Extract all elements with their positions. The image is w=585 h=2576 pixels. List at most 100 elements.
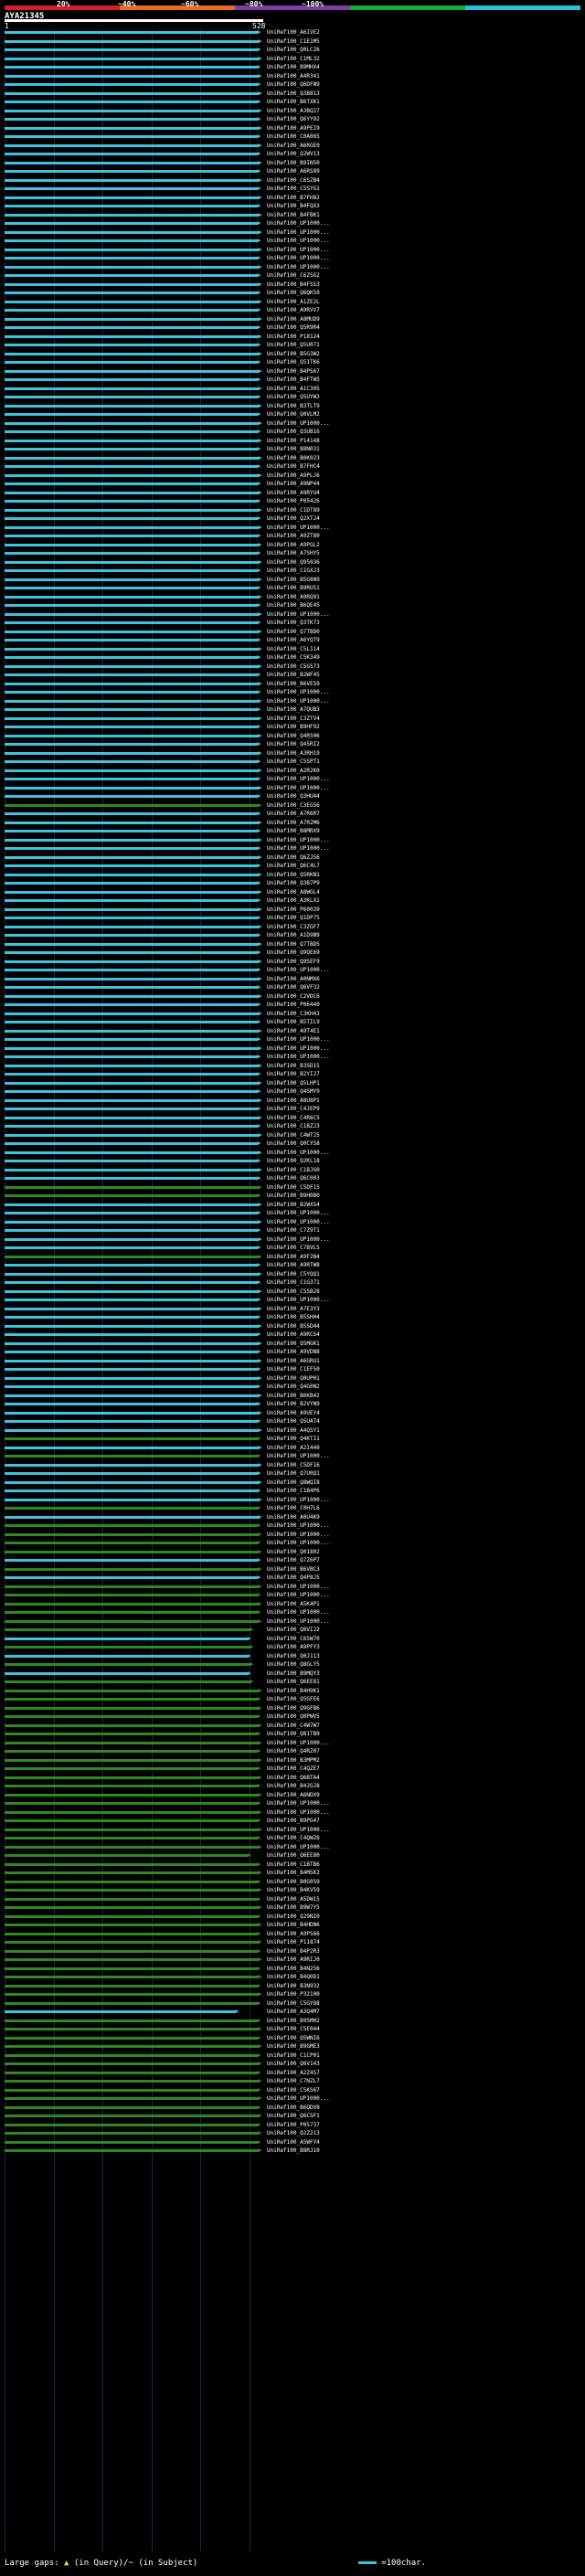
hit-label[interactable]: UniRef100_B5G3W2: [267, 351, 320, 357]
hit-label[interactable]: UniRef100_A9RCS4: [267, 1331, 320, 1338]
hit-bar[interactable]: [5, 1897, 259, 1901]
hit-label[interactable]: UniRef100_A9T4E1: [267, 1028, 320, 1034]
hit-row[interactable]: ▶ UniRef100_Q5WNI6: [0, 2034, 585, 2041]
hit-bar[interactable]: [5, 500, 259, 503]
hit-label[interactable]: UniRef100_Q4P8J5: [267, 1574, 320, 1581]
hit-label[interactable]: UniRef100_A9RVV7: [267, 307, 320, 313]
hit-bar[interactable]: [5, 2149, 260, 2152]
hit-label[interactable]: UniRef100_A7R2M6: [267, 820, 320, 826]
hit-label[interactable]: UniRef100_Q5GFE6: [267, 1696, 320, 1702]
hit-bar[interactable]: [5, 1767, 259, 1770]
hit-bar[interactable]: [5, 222, 259, 225]
hit-label[interactable]: UniRef100_C5L114: [267, 646, 320, 652]
hit-row[interactable]: ▶ UniRef100_A5K4P1: [0, 1600, 585, 1607]
hit-label[interactable]: UniRef100_A0NMX6: [267, 976, 320, 982]
hit-row[interactable]: ▶ UniRef100_A7SHY5: [0, 550, 585, 557]
hit-bar[interactable]: [5, 673, 259, 676]
hit-row[interactable]: ▶ UniRef100_C6ZSG2: [0, 272, 585, 279]
hit-bar[interactable]: [5, 630, 260, 633]
hit-bar[interactable]: [5, 1341, 260, 1345]
hit-bar[interactable]: [5, 196, 260, 199]
hit-bar[interactable]: [5, 986, 259, 989]
hit-row[interactable]: ▶ UniRef100_A0U4K9: [0, 1513, 585, 1521]
hit-bar[interactable]: [5, 899, 259, 902]
hit-row[interactable]: ▶ UniRef100_C3ZTV4: [0, 715, 585, 722]
hit-row[interactable]: ▶ UniRef100_UP1000...: [0, 255, 585, 261]
hit-label[interactable]: UniRef100_UP1000...: [267, 247, 330, 253]
hit-label[interactable]: UniRef100_UP1000...: [267, 238, 330, 244]
hit-bar[interactable]: [5, 1194, 259, 1197]
hit-bar[interactable]: [5, 1914, 259, 1918]
hit-row[interactable]: ▶ UniRef100_Q8VIJ2: [0, 1627, 585, 1633]
hit-row[interactable]: ▶ UniRef100_A9RYU4: [0, 489, 585, 496]
hit-row[interactable]: ▶ UniRef100_Q2KL18: [0, 1158, 585, 1164]
hit-label[interactable]: UniRef100_C4QWZ6: [267, 1835, 320, 1841]
hit-label[interactable]: UniRef100_A9RTW8: [267, 1262, 320, 1268]
hit-bar[interactable]: [5, 1741, 260, 1744]
hit-label[interactable]: UniRef100_Q6EE81: [267, 1679, 320, 1685]
hit-bar[interactable]: [5, 969, 259, 971]
hit-bar[interactable]: [5, 925, 260, 928]
hit-bar[interactable]: [5, 187, 259, 190]
hit-label[interactable]: UniRef100_UP1000...: [267, 1297, 330, 1303]
hit-label[interactable]: UniRef100_UP1000...: [267, 1809, 330, 1816]
hit-row[interactable]: ▶ UniRef100_A3Q4M7: [0, 2009, 585, 2015]
hit-row[interactable]: ▶ UniRef100_A3KLX1: [0, 897, 585, 904]
hit-bar[interactable]: [5, 1255, 260, 1258]
hit-row[interactable]: ▶ UniRef100_UP1000...: [0, 697, 585, 705]
hit-bar[interactable]: [5, 1776, 260, 1779]
hit-row[interactable]: ▶ UniRef100_P05426: [0, 498, 585, 504]
hit-row[interactable]: ▶ UniRef100_A9RVV7: [0, 307, 585, 313]
hit-bar[interactable]: [5, 31, 259, 34]
hit-row[interactable]: ▶ UniRef100_UP1000...: [0, 1453, 585, 1459]
hit-label[interactable]: UniRef100_B7FH82: [267, 195, 320, 201]
hit-row[interactable]: ▶ UniRef100_Q51TK6: [0, 359, 585, 366]
hit-bar[interactable]: [5, 1480, 260, 1484]
hit-label[interactable]: UniRef100_C5GYO8: [267, 2000, 320, 2007]
hit-label[interactable]: UniRef100_A6GRU1: [267, 1358, 320, 1364]
hit-label[interactable]: UniRef100_Q8WQI8: [267, 1479, 320, 1486]
hit-row[interactable]: ▶ UniRef100_C1CP01: [0, 2051, 585, 2059]
hit-row[interactable]: ▶ UniRef100_B9GME3: [0, 2043, 585, 2050]
hit-row[interactable]: ▶ UniRef100_A6RS89: [0, 168, 585, 175]
hit-bar[interactable]: [5, 101, 259, 103]
hit-row[interactable]: ▶ UniRef100_B9PG47: [0, 1818, 585, 1824]
hit-bar[interactable]: [5, 1281, 259, 1284]
hit-bar[interactable]: [5, 300, 260, 303]
hit-bar[interactable]: [5, 1993, 260, 1996]
hit-row[interactable]: ▶ UniRef100_B5G8N9: [0, 576, 585, 583]
hit-bar[interactable]: [5, 352, 260, 355]
hit-label[interactable]: UniRef100_UP1000...: [267, 1219, 330, 1225]
hit-row[interactable]: ▶ UniRef100_UP1000...: [0, 1592, 585, 1598]
hit-bar[interactable]: [5, 1637, 249, 1640]
hit-bar[interactable]: [5, 274, 259, 277]
hit-row[interactable]: ▶ UniRef100_UP1000...: [0, 1054, 585, 1060]
hit-bar[interactable]: [5, 1733, 259, 1735]
hit-label[interactable]: UniRef100_A9PS66: [267, 1931, 320, 1937]
hit-label[interactable]: UniRef100_C7NZL7: [267, 2078, 320, 2084]
hit-label[interactable]: UniRef100_C1GXJ3: [267, 567, 320, 574]
hit-bar[interactable]: [5, 109, 260, 112]
hit-row[interactable]: ▶ UniRef100_A7R6R7: [0, 811, 585, 817]
hit-label[interactable]: UniRef100_A7QUB3: [267, 706, 320, 713]
hit-bar[interactable]: [5, 1012, 260, 1015]
hit-row[interactable]: ▶ UniRef100_C1ML32: [0, 55, 585, 62]
hit-bar[interactable]: [5, 1264, 259, 1267]
hit-bar[interactable]: [5, 639, 259, 641]
hit-label[interactable]: UniRef100_B8N031: [267, 446, 320, 452]
hit-row[interactable]: ▶ UniRef100_UP1000...: [0, 419, 585, 427]
hit-row[interactable]: ▶ UniRef100_C3EG56: [0, 801, 585, 809]
hit-bar[interactable]: [5, 482, 259, 485]
hit-bar[interactable]: [5, 91, 260, 95]
hit-row[interactable]: ▶ UniRef100_B9W7Y5: [0, 1904, 585, 1911]
hit-label[interactable]: UniRef100_Q7Z6P7: [267, 1557, 320, 1564]
hit-bar[interactable]: [5, 378, 259, 381]
hit-label[interactable]: UniRef100_C4W7W7: [267, 1723, 320, 1729]
hit-label[interactable]: UniRef100_A4QSY1: [267, 1427, 320, 1434]
hit-label[interactable]: UniRef100_Q6V143: [267, 2061, 320, 2067]
hit-label[interactable]: UniRef100_UP1000...: [267, 1592, 330, 1598]
hit-bar[interactable]: [5, 1871, 260, 1874]
hit-bar[interactable]: [5, 1576, 259, 1579]
hit-bar[interactable]: [5, 387, 260, 390]
hit-bar[interactable]: [5, 517, 259, 520]
